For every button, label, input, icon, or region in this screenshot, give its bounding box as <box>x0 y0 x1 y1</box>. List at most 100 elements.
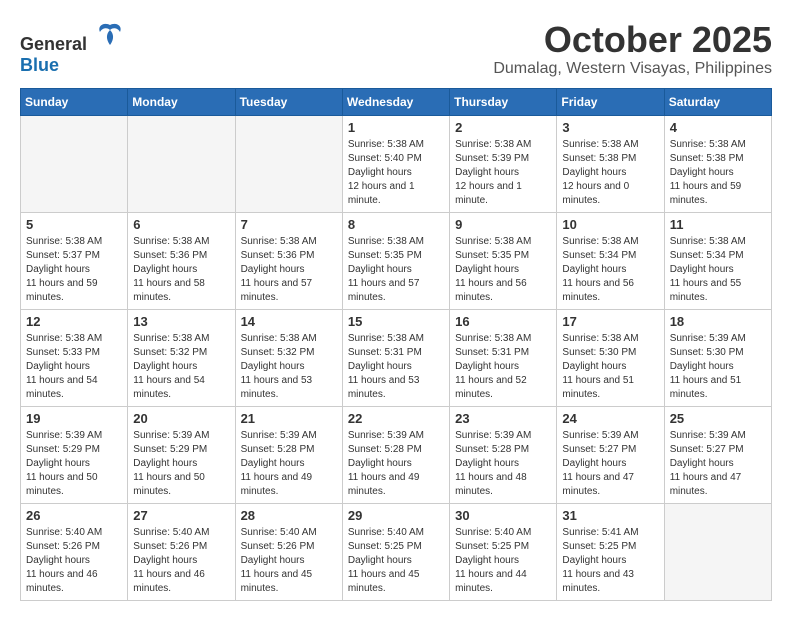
calendar-cell: 27Sunrise: 5:40 AMSunset: 5:26 PMDayligh… <box>128 503 235 600</box>
day-number: 25 <box>670 411 766 426</box>
day-info: Sunrise: 5:38 AMSunset: 5:31 PMDaylight … <box>348 332 444 402</box>
day-number: 24 <box>562 411 658 426</box>
day-number: 9 <box>455 217 551 232</box>
day-number: 1 <box>348 120 444 135</box>
day-info: Sunrise: 5:41 AMSunset: 5:25 PMDaylight … <box>562 526 658 596</box>
calendar-cell: 23 Sunrise: 5:39 AMSunset: 5:28 PMDayligh… <box>450 406 557 503</box>
day-number: 22 <box>348 411 444 426</box>
calendar-cell: 10Sunrise: 5:38 AMSunset: 5:34 PMDayligh… <box>557 212 664 309</box>
calendar-cell: 8 Sunrise: 5:38 AMSunset: 5:35 PMDaylight… <box>342 212 449 309</box>
day-number: 29 <box>348 508 444 523</box>
calendar-cell <box>21 115 128 212</box>
day-info: Sunrise: 5:38 AMSunset: 5:32 PMDaylight … <box>241 332 337 402</box>
calendar-cell: 30 Sunrise: 5:40 AMSunset: 5:25 PMDayligh… <box>450 503 557 600</box>
header-wednesday: Wednesday <box>342 88 449 115</box>
calendar-cell: 11 Sunrise: 5:38 AMSunset: 5:34 PMDayligh… <box>664 212 771 309</box>
calendar-week-5: 26 Sunrise: 5:40 AMSunset: 5:26 PMDayligh… <box>21 503 772 600</box>
calendar-cell: 16 Sunrise: 5:38 AMSunset: 5:31 PMDayligh… <box>450 309 557 406</box>
day-number: 4 <box>670 120 766 135</box>
day-number: 8 <box>348 217 444 232</box>
day-number: 17 <box>562 314 658 329</box>
calendar-cell: 1Sunrise: 5:38 AMSunset: 5:40 PMDaylight… <box>342 115 449 212</box>
calendar-cell: 7 Sunrise: 5:38 AMSunset: 5:36 PMDaylight… <box>235 212 342 309</box>
day-info: Sunrise: 5:38 AMSunset: 5:39 PMDaylight … <box>455 138 551 208</box>
calendar-table: SundayMondayTuesdayWednesdayThursdayFrid… <box>20 88 772 601</box>
calendar-header-row: SundayMondayTuesdayWednesdayThursdayFrid… <box>21 88 772 115</box>
day-number: 16 <box>455 314 551 329</box>
day-number: 20 <box>133 411 229 426</box>
header-saturday: Saturday <box>664 88 771 115</box>
logo-bird-icon <box>95 20 125 50</box>
day-info: Sunrise: 5:38 AMSunset: 5:31 PMDaylight … <box>455 332 551 402</box>
month-title: October 2025 <box>493 20 772 60</box>
title-block: October 2025 Dumalag, Western Visayas, P… <box>493 20 772 78</box>
calendar-cell: 6 Sunrise: 5:38 AMSunset: 5:36 PMDaylight… <box>128 212 235 309</box>
day-number: 2 <box>455 120 551 135</box>
day-info: Sunrise: 5:38 AMSunset: 5:38 PMDaylight … <box>562 138 658 208</box>
day-info: Sunrise: 5:38 AMSunset: 5:33 PMDaylight … <box>26 332 122 402</box>
location-title: Dumalag, Western Visayas, Philippines <box>493 60 772 78</box>
day-number: 31 <box>562 508 658 523</box>
calendar-cell <box>235 115 342 212</box>
calendar-cell: 9 Sunrise: 5:38 AMSunset: 5:35 PMDaylight… <box>450 212 557 309</box>
day-info: Sunrise: 5:38 AMSunset: 5:36 PMDaylight … <box>241 235 337 305</box>
day-number: 28 <box>241 508 337 523</box>
calendar-cell: 29 Sunrise: 5:40 AMSunset: 5:25 PMDayligh… <box>342 503 449 600</box>
day-info: Sunrise: 5:39 AMSunset: 5:29 PMDaylight … <box>133 429 229 499</box>
calendar-cell: 22Sunrise: 5:39 AMSunset: 5:28 PMDayligh… <box>342 406 449 503</box>
calendar-cell: 31 Sunrise: 5:41 AMSunset: 5:25 PMDayligh… <box>557 503 664 600</box>
calendar-cell: 12Sunrise: 5:38 AMSunset: 5:33 PMDayligh… <box>21 309 128 406</box>
day-number: 30 <box>455 508 551 523</box>
day-info: Sunrise: 5:38 AMSunset: 5:37 PMDaylight … <box>26 235 122 305</box>
calendar-cell: 21Sunrise: 5:39 AMSunset: 5:28 PMDayligh… <box>235 406 342 503</box>
logo-general: General <box>20 34 87 54</box>
day-number: 27 <box>133 508 229 523</box>
calendar-cell: 13Sunrise: 5:38 AMSunset: 5:32 PMDayligh… <box>128 309 235 406</box>
logo: General Blue <box>20 20 125 76</box>
header-monday: Monday <box>128 88 235 115</box>
day-info: Sunrise: 5:39 AMSunset: 5:30 PMDaylight … <box>670 332 766 402</box>
day-info: Sunrise: 5:38 AMSunset: 5:38 PMDaylight … <box>670 138 766 208</box>
calendar-cell: 26 Sunrise: 5:40 AMSunset: 5:26 PMDayligh… <box>21 503 128 600</box>
calendar-cell: 28 Sunrise: 5:40 AMSunset: 5:26 PMDayligh… <box>235 503 342 600</box>
day-info: Sunrise: 5:38 AMSunset: 5:36 PMDaylight … <box>133 235 229 305</box>
calendar-cell: 17 Sunrise: 5:38 AMSunset: 5:30 PMDayligh… <box>557 309 664 406</box>
calendar-cell: 5Sunrise: 5:38 AMSunset: 5:37 PMDaylight… <box>21 212 128 309</box>
calendar-week-3: 12Sunrise: 5:38 AMSunset: 5:33 PMDayligh… <box>21 309 772 406</box>
page-header: General Blue October 2025 Dumalag, Weste… <box>20 20 772 78</box>
calendar-cell: 15Sunrise: 5:38 AMSunset: 5:31 PMDayligh… <box>342 309 449 406</box>
day-info: Sunrise: 5:40 AMSunset: 5:26 PMDaylight … <box>241 526 337 596</box>
calendar-cell: 20 Sunrise: 5:39 AMSunset: 5:29 PMDayligh… <box>128 406 235 503</box>
day-info: Sunrise: 5:39 AMSunset: 5:27 PMDaylight … <box>562 429 658 499</box>
day-info: Sunrise: 5:40 AMSunset: 5:25 PMDaylight … <box>455 526 551 596</box>
day-info: Sunrise: 5:38 AMSunset: 5:35 PMDaylight … <box>455 235 551 305</box>
calendar-cell: 19Sunrise: 5:39 AMSunset: 5:29 PMDayligh… <box>21 406 128 503</box>
calendar-week-2: 5Sunrise: 5:38 AMSunset: 5:37 PMDaylight… <box>21 212 772 309</box>
day-number: 26 <box>26 508 122 523</box>
calendar-cell: 4 Sunrise: 5:38 AMSunset: 5:38 PMDaylight… <box>664 115 771 212</box>
calendar-cell: 18Sunrise: 5:39 AMSunset: 5:30 PMDayligh… <box>664 309 771 406</box>
calendar-cell: 3Sunrise: 5:38 AMSunset: 5:38 PMDaylight… <box>557 115 664 212</box>
day-number: 7 <box>241 217 337 232</box>
day-number: 6 <box>133 217 229 232</box>
header-friday: Friday <box>557 88 664 115</box>
day-info: Sunrise: 5:40 AMSunset: 5:26 PMDaylight … <box>26 526 122 596</box>
day-number: 23 <box>455 411 551 426</box>
calendar-week-4: 19Sunrise: 5:39 AMSunset: 5:29 PMDayligh… <box>21 406 772 503</box>
day-number: 11 <box>670 217 766 232</box>
logo-line1: General <box>20 20 125 55</box>
calendar-week-1: 1Sunrise: 5:38 AMSunset: 5:40 PMDaylight… <box>21 115 772 212</box>
day-info: Sunrise: 5:39 AMSunset: 5:28 PMDaylight … <box>455 429 551 499</box>
header-sunday: Sunday <box>21 88 128 115</box>
day-info: Sunrise: 5:39 AMSunset: 5:27 PMDaylight … <box>670 429 766 499</box>
calendar-cell <box>664 503 771 600</box>
day-info: Sunrise: 5:40 AMSunset: 5:25 PMDaylight … <box>348 526 444 596</box>
day-info: Sunrise: 5:38 AMSunset: 5:34 PMDaylight … <box>670 235 766 305</box>
day-info: Sunrise: 5:38 AMSunset: 5:30 PMDaylight … <box>562 332 658 402</box>
calendar-cell: 14Sunrise: 5:38 AMSunset: 5:32 PMDayligh… <box>235 309 342 406</box>
day-number: 10 <box>562 217 658 232</box>
header-tuesday: Tuesday <box>235 88 342 115</box>
calendar-cell: 2 Sunrise: 5:38 AMSunset: 5:39 PMDaylight… <box>450 115 557 212</box>
day-info: Sunrise: 5:38 AMSunset: 5:35 PMDaylight … <box>348 235 444 305</box>
day-info: Sunrise: 5:39 AMSunset: 5:28 PMDaylight … <box>241 429 337 499</box>
